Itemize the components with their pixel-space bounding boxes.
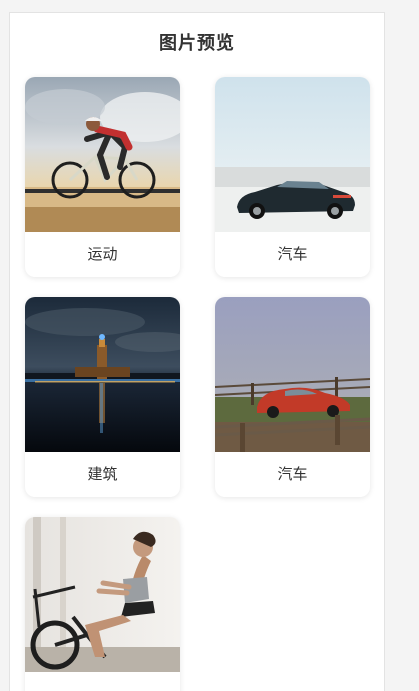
night-tower-photo[interactable] (25, 297, 180, 452)
gallery-card-architecture[interactable]: 建筑 (25, 297, 180, 497)
card-caption: 建筑 (87, 465, 118, 483)
gallery-card-car-1[interactable]: 汽车 (215, 77, 370, 277)
card-caption (25, 672, 180, 691)
card-caption: 运动 (87, 245, 118, 263)
image-preview-panel: 图片预览 运动 汽车 建筑 汽车 (9, 12, 385, 691)
gallery-card-car-2[interactable]: 汽车 (215, 297, 370, 497)
card-caption: 汽车 (277, 465, 308, 483)
red-beetle-photo[interactable] (215, 297, 370, 452)
page-title: 图片预览 (159, 33, 235, 54)
card-caption: 汽车 (277, 245, 308, 263)
gallery-card-sports[interactable]: 运动 (25, 77, 180, 277)
gallery-card-fitness[interactable] (25, 517, 180, 691)
cyclist-photo[interactable] (25, 77, 180, 232)
fitness-bike-photo[interactable] (25, 517, 180, 672)
black-car-photo[interactable] (215, 77, 370, 232)
